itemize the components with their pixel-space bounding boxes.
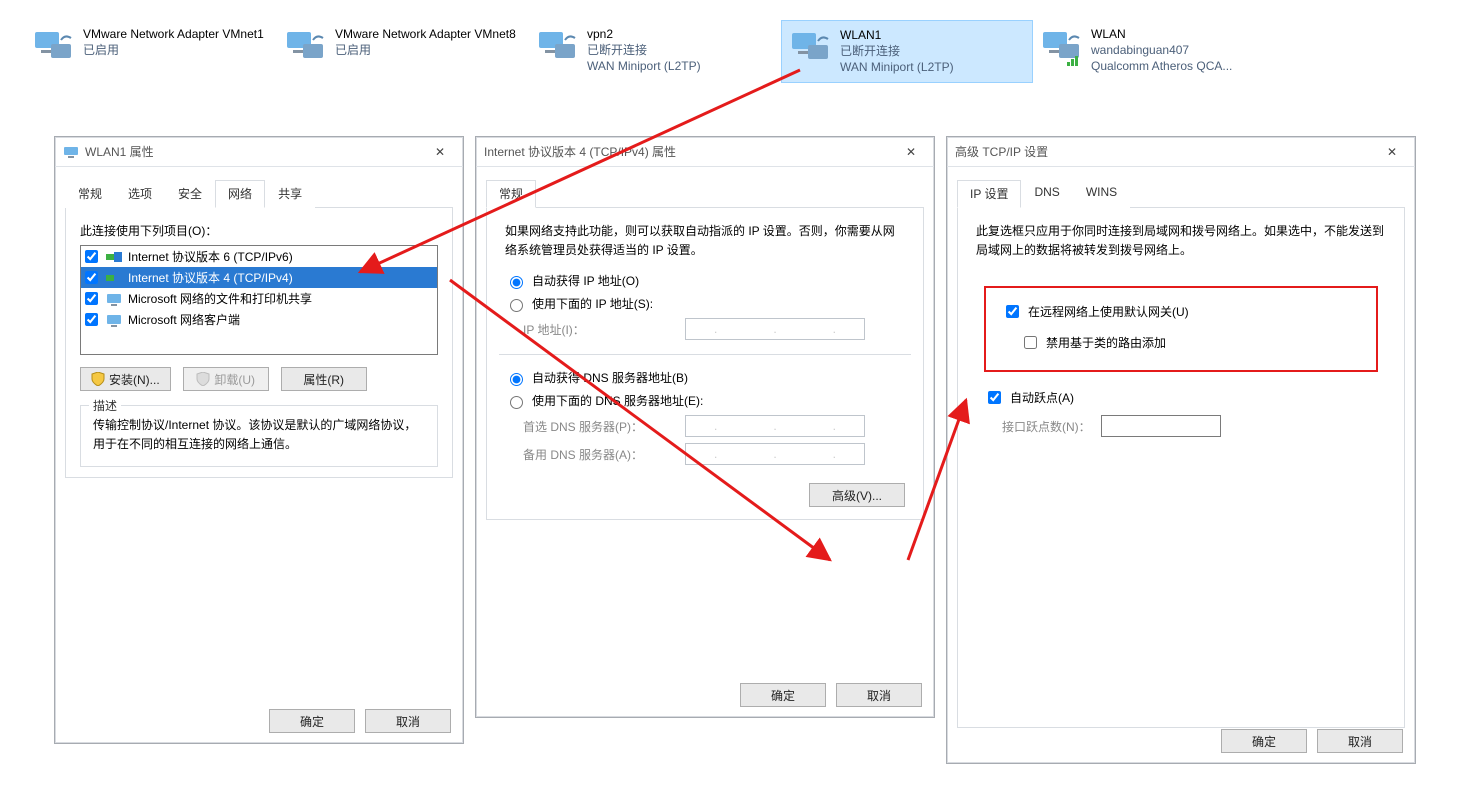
adapters-row: VMware Network Adapter VMnet1已启用VMware N…	[25, 20, 1468, 83]
adapter-1[interactable]: VMware Network Adapter VMnet8已启用	[277, 20, 529, 83]
label-hopcount: 接口跃点数(N)：	[1002, 418, 1091, 435]
dlg3-title: 高级 TCP/IP 设置	[955, 143, 1048, 160]
uninstall-button: 卸载(U)	[183, 367, 269, 391]
dlg2-title: Internet 协议版本 4 (TCP/IPv4) 属性	[484, 143, 676, 160]
label-ip: IP 地址(I)：	[523, 321, 673, 338]
highlight-gateway-box: 在远程网络上使用默认网关(U) 禁用基于类的路由添加	[984, 286, 1378, 372]
properties-button[interactable]: 属性(R)	[281, 367, 367, 391]
cancel-button[interactable]: 取消	[1317, 729, 1403, 753]
protocol-checkbox[interactable]	[85, 313, 98, 326]
dialog-ipv4-properties: Internet 协议版本 4 (TCP/IPv4) 属性 ✕ 常规 如果网络支…	[475, 136, 935, 718]
dlg3-tabs: IP 设置DNSWINS	[957, 179, 1405, 208]
tab-网络[interactable]: 网络	[215, 180, 265, 208]
checkbox-autohop-label: 自动跃点(A)	[1010, 389, 1074, 406]
label-dns1: 首选 DNS 服务器(P)：	[523, 418, 673, 435]
radio-ip-auto[interactable]	[510, 276, 523, 289]
radio-dns-auto[interactable]	[510, 373, 523, 386]
tab-常规[interactable]: 常规	[65, 180, 115, 208]
checkbox-disable-classroute[interactable]	[1024, 336, 1037, 349]
checkbox-autohop[interactable]	[988, 391, 1001, 404]
network-icon	[63, 144, 79, 160]
protocol-icon	[106, 250, 122, 264]
close-icon[interactable]: ✕	[423, 141, 457, 163]
protocol-item-3[interactable]: Microsoft 网络客户端	[81, 309, 437, 330]
dlg1-protocol-list[interactable]: Internet 协议版本 6 (TCP/IPv6) Internet 协议版本 …	[80, 245, 438, 355]
protocol-checkbox[interactable]	[85, 271, 98, 284]
dlg1-list-label: 此连接使用下列项目(O)：	[80, 222, 438, 239]
dlg3-intro: 此复选框只应用于你同时连接到局域网和拨号网络上。如果选中，不能发送到局域网上的数…	[976, 222, 1386, 260]
checkbox-default-gateway[interactable]	[1006, 305, 1019, 318]
install-button[interactable]: 安装(N)...	[80, 367, 171, 391]
protocol-checkbox[interactable]	[85, 250, 98, 263]
dlg1-tabs: 常规选项安全网络共享	[65, 179, 453, 208]
protocol-icon	[106, 292, 122, 306]
adapter-4[interactable]: WLANwandabinguan407Qualcomm Atheros QCA.…	[1033, 20, 1285, 83]
dns1-input: ...	[685, 415, 865, 437]
ok-button[interactable]: 确定	[269, 709, 355, 733]
dns2-input: ...	[685, 443, 865, 465]
tab-DNS[interactable]: DNS	[1021, 180, 1072, 208]
dlg1-title: WLAN1 属性	[85, 143, 154, 160]
hopcount-input	[1101, 415, 1221, 437]
ok-button[interactable]: 确定	[1221, 729, 1307, 753]
adapter-2[interactable]: vpn2已断开连接WAN Miniport (L2TP)	[529, 20, 781, 83]
protocol-icon	[106, 313, 122, 327]
close-icon[interactable]: ✕	[894, 141, 928, 163]
cancel-button[interactable]: 取消	[365, 709, 451, 733]
adapter-0[interactable]: VMware Network Adapter VMnet1已启用	[25, 20, 277, 83]
tab-安全[interactable]: 安全	[165, 180, 215, 208]
nic-icon	[285, 26, 327, 68]
protocol-label: Internet 协议版本 4 (TCP/IPv4)	[128, 269, 293, 286]
nic-icon	[1041, 26, 1083, 68]
radio-dns-auto-label: 自动获得 DNS 服务器地址(B)	[532, 369, 688, 386]
tab-选项[interactable]: 选项	[115, 180, 165, 208]
ip-input: ...	[685, 318, 865, 340]
radio-dns-manual-label: 使用下面的 DNS 服务器地址(E):	[532, 392, 703, 409]
protocol-label: Internet 协议版本 6 (TCP/IPv6)	[128, 248, 293, 265]
adapter-3[interactable]: WLAN1已断开连接WAN Miniport (L2TP)	[781, 20, 1033, 83]
dlg3-titlebar[interactable]: 高级 TCP/IP 设置 ✕	[947, 137, 1415, 167]
dlg2-tabs: 常规	[486, 179, 924, 208]
radio-ip-manual-label: 使用下面的 IP 地址(S):	[532, 295, 653, 312]
protocol-item-1[interactable]: Internet 协议版本 4 (TCP/IPv4)	[81, 267, 437, 288]
tab-WINS[interactable]: WINS	[1073, 180, 1130, 208]
protocol-item-2[interactable]: Microsoft 网络的文件和打印机共享	[81, 288, 437, 309]
protocol-item-0[interactable]: Internet 协议版本 6 (TCP/IPv6)	[81, 246, 437, 267]
radio-ip-manual[interactable]	[510, 299, 523, 312]
checkbox-disable-classroute-label: 禁用基于类的路由添加	[1046, 334, 1166, 351]
nic-icon	[790, 27, 832, 69]
protocol-label: Microsoft 网络的文件和打印机共享	[128, 290, 312, 307]
ok-button[interactable]: 确定	[740, 683, 826, 707]
radio-ip-auto-label: 自动获得 IP 地址(O)	[532, 272, 639, 289]
label-dns2: 备用 DNS 服务器(A)：	[523, 446, 673, 463]
protocol-checkbox[interactable]	[85, 292, 98, 305]
protocol-label: Microsoft 网络客户端	[128, 311, 240, 328]
tab-共享[interactable]: 共享	[265, 180, 315, 208]
tab-general[interactable]: 常规	[486, 180, 536, 208]
nic-icon	[537, 26, 579, 68]
dialog-wlan1-properties: WLAN1 属性 ✕ 常规选项安全网络共享 此连接使用下列项目(O)： Inte…	[54, 136, 464, 744]
tab-IP 设置[interactable]: IP 设置	[957, 180, 1021, 208]
checkbox-default-gateway-label: 在远程网络上使用默认网关(U)	[1028, 303, 1189, 320]
dlg2-intro: 如果网络支持此功能，则可以获取自动指派的 IP 设置。否则，你需要从网络系统管理…	[505, 222, 905, 260]
close-icon[interactable]: ✕	[1375, 141, 1409, 163]
dlg2-titlebar[interactable]: Internet 协议版本 4 (TCP/IPv4) 属性 ✕	[476, 137, 934, 167]
description-text: 传输控制协议/Internet 协议。该协议是默认的广域网络协议，用于在不同的相…	[93, 416, 425, 454]
dlg1-titlebar[interactable]: WLAN1 属性 ✕	[55, 137, 463, 167]
radio-dns-manual[interactable]	[510, 396, 523, 409]
dialog-advanced-tcpip: 高级 TCP/IP 设置 ✕ IP 设置DNSWINS 此复选框只应用于你同时连…	[946, 136, 1416, 764]
cancel-button[interactable]: 取消	[836, 683, 922, 707]
description-legend: 描述	[89, 397, 121, 414]
protocol-icon	[106, 271, 122, 285]
nic-icon	[33, 26, 75, 68]
advanced-button[interactable]: 高级(V)...	[809, 483, 905, 507]
